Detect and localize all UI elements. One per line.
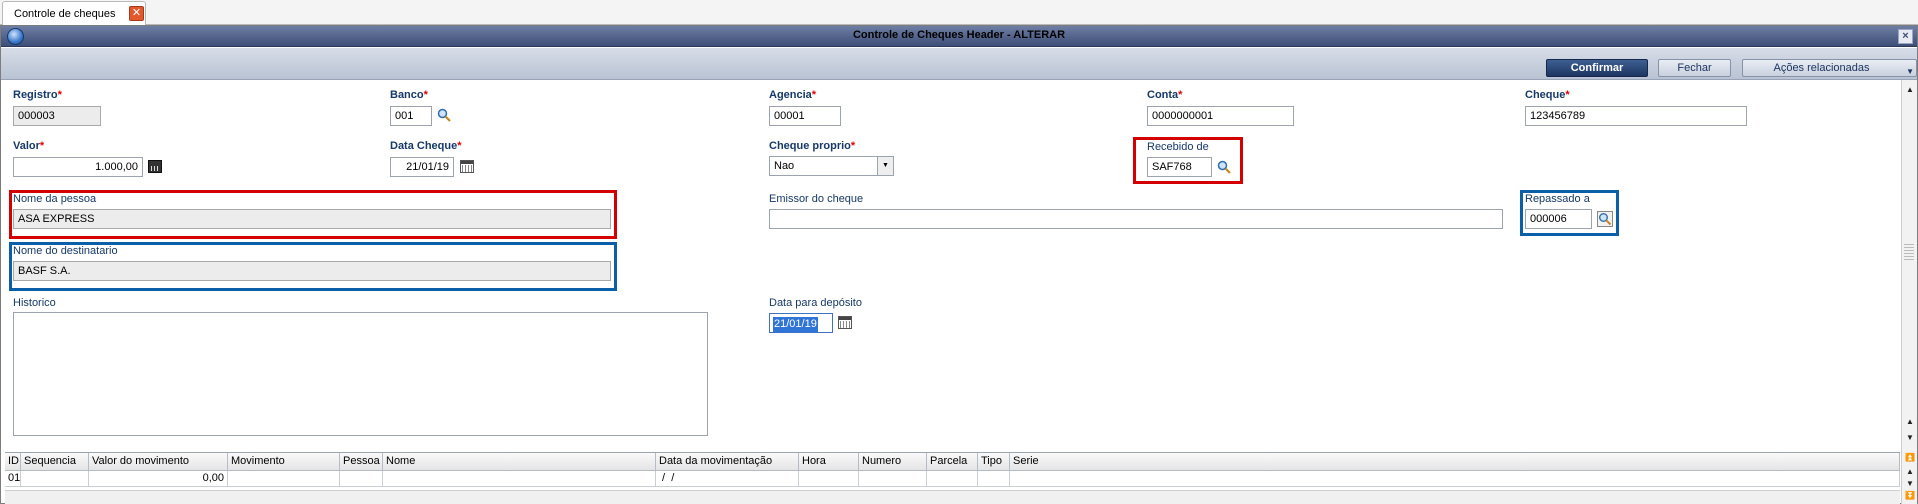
repassado-a-search-icon[interactable]: [1597, 211, 1613, 227]
col-header-hora[interactable]: Hora: [799, 453, 859, 471]
close-button[interactable]: Fechar: [1658, 59, 1731, 77]
grid-cell-tipo[interactable]: [978, 471, 1010, 487]
cheque-proprio-select[interactable]: Nao ▼: [769, 156, 894, 176]
conta-label: Conta*: [1147, 89, 1183, 101]
valor-field[interactable]: 1.000,00: [13, 157, 143, 177]
data-deposito-field[interactable]: 21/01/19: [769, 313, 833, 333]
data-cheque-label: Data Cheque*: [390, 140, 462, 152]
window-close-icon[interactable]: ×: [1898, 29, 1913, 44]
scroll-first-icon[interactable]: ⏫: [1903, 452, 1917, 464]
agencia-field[interactable]: 00001: [769, 106, 841, 126]
confirm-button[interactable]: Confirmar: [1546, 59, 1648, 77]
banco-label: Banco*: [390, 89, 428, 101]
recebido-de-field[interactable]: SAF768: [1147, 157, 1212, 177]
grid-cell-pessoa[interactable]: [340, 471, 383, 487]
grid-cell-numero[interactable]: [859, 471, 927, 487]
data-deposito-value: 21/01/19: [773, 317, 818, 332]
data-cheque-calendar-icon[interactable]: [460, 160, 474, 173]
chevron-down-icon[interactable]: ▼: [877, 157, 893, 175]
col-header-sequencia[interactable]: Sequencia: [21, 453, 89, 471]
tab-label: Controle de cheques: [14, 8, 116, 20]
vertical-scrollbar[interactable]: ▲ ▲ ▼ ⏫ ▲ ▼ ⏬: [1901, 80, 1917, 504]
chevron-down-icon: ▼: [1906, 67, 1914, 76]
scroll-next-icon[interactable]: ▼: [1903, 478, 1917, 490]
nome-pessoa-label: Nome da pessoa: [13, 193, 97, 205]
recebido-de-search-icon[interactable]: [1217, 160, 1231, 174]
historico-label: Historico: [13, 297, 56, 309]
historico-textarea[interactable]: [13, 312, 708, 436]
tab-close-icon[interactable]: ✕: [129, 6, 144, 21]
repassado-a-label: Repassado a: [1525, 193, 1590, 205]
cheque-proprio-label: Cheque proprio*: [769, 140, 856, 152]
recebido-de-label: Recebido de: [1147, 141, 1209, 153]
col-header-numero[interactable]: Numero: [859, 453, 927, 471]
col-header-pessoa[interactable]: Pessoa: [340, 453, 383, 471]
scroll-down-icon[interactable]: ▼: [1903, 432, 1917, 444]
scroll-top-icon[interactable]: ▲: [1903, 416, 1917, 428]
col-header-parcela[interactable]: Parcela: [927, 453, 978, 471]
nome-destinatario-field[interactable]: BASF S.A.: [13, 261, 611, 281]
grid-cell-sequencia[interactable]: [21, 471, 89, 487]
grid-cell-id[interactable]: 01: [5, 471, 21, 487]
registro-field[interactable]: 000003: [13, 106, 101, 126]
grid-cell-serie[interactable]: [1010, 471, 1900, 487]
grid-cell-data-movimentacao[interactable]: / /: [656, 471, 799, 487]
col-header-movimento[interactable]: Movimento: [228, 453, 340, 471]
scroll-prev-icon[interactable]: ▲: [1903, 466, 1917, 478]
banco-search-icon[interactable]: [437, 108, 451, 122]
nome-pessoa-field[interactable]: ASA EXPRESS: [13, 209, 611, 229]
banco-field[interactable]: 001: [390, 106, 432, 126]
col-header-id[interactable]: ID: [5, 453, 21, 471]
resize-grip[interactable]: [1904, 244, 1914, 262]
data-cheque-field[interactable]: 21/01/19: [390, 157, 454, 177]
data-deposito-calendar-icon[interactable]: [838, 316, 852, 329]
col-header-tipo[interactable]: Tipo: [978, 453, 1010, 471]
window-titlebar: Controle de Cheques Header - ALTERAR ×: [1, 26, 1917, 47]
emissor-label: Emissor do cheque: [769, 193, 864, 205]
related-actions-button[interactable]: Ações relacionadas ▼: [1742, 59, 1917, 77]
conta-field[interactable]: 0000000001: [1147, 106, 1294, 126]
grid-cell-nome[interactable]: [383, 471, 656, 487]
window-title: Controle de Cheques Header - ALTERAR: [852, 29, 1066, 41]
col-header-serie[interactable]: Serie: [1010, 453, 1900, 471]
horizontal-scrollbar[interactable]: [5, 490, 1900, 504]
nome-destinatario-label: Nome do destinatario: [13, 245, 118, 257]
grid-cell-parcela[interactable]: [927, 471, 978, 487]
repassado-a-field[interactable]: 000006: [1525, 209, 1592, 229]
scroll-up-icon[interactable]: ▲: [1903, 84, 1917, 96]
calculator-icon[interactable]: [148, 160, 162, 173]
tab-controle-cheques[interactable]: Controle de cheques ✕: [2, 1, 146, 25]
agencia-label: Agencia*: [769, 89, 817, 101]
col-header-nome[interactable]: Nome: [383, 453, 656, 471]
registro-label: Registro*: [13, 89, 62, 101]
grid-cell-movimento[interactable]: [228, 471, 340, 487]
toolbar: Confirmar Fechar Ações relacionadas ▼: [1, 48, 1917, 80]
valor-label: Valor*: [13, 140, 45, 152]
emissor-field[interactable]: [769, 209, 1503, 229]
col-header-valor[interactable]: Valor do movimento: [89, 453, 228, 471]
grid-cell-hora[interactable]: [799, 471, 859, 487]
col-header-data-movimentacao[interactable]: Data da movimentação: [656, 453, 799, 471]
tab-strip: [0, 0, 1918, 25]
cheque-proprio-value: Nao: [774, 160, 795, 172]
grid-cell-valor[interactable]: 0,00: [89, 471, 228, 487]
scroll-last-icon[interactable]: ⏬: [1903, 490, 1917, 502]
related-actions-label: Ações relacionadas: [1773, 62, 1870, 74]
cheque-field[interactable]: 123456789: [1525, 106, 1747, 126]
cheque-label: Cheque*: [1525, 89, 1570, 101]
data-deposito-label: Data para depósito: [769, 297, 862, 309]
